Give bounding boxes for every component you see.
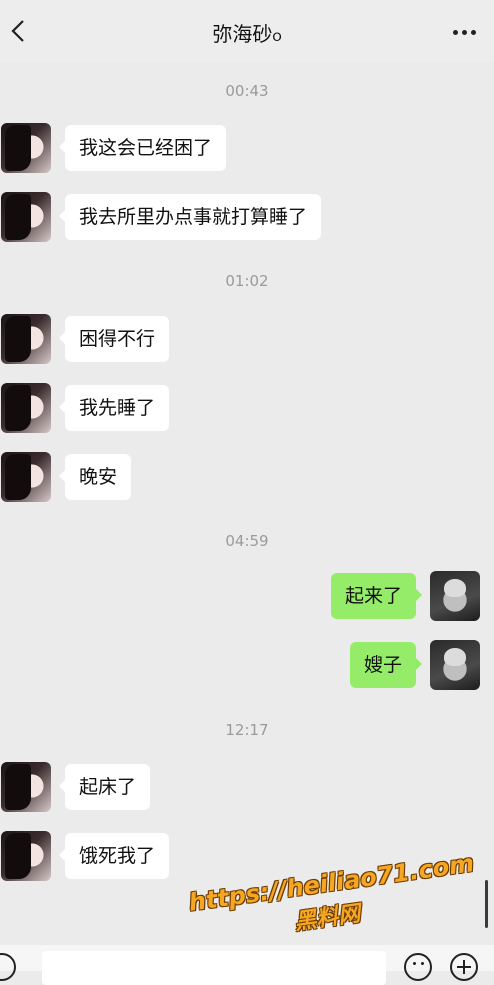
timestamp: 00:43 — [225, 82, 269, 100]
more-button[interactable] — [450, 18, 478, 46]
plus-icon[interactable] — [450, 953, 478, 981]
message-input[interactable] — [42, 951, 386, 985]
message-outgoing: 起来了 — [330, 571, 480, 621]
avatar[interactable] — [1, 762, 51, 812]
avatar[interactable] — [1, 123, 51, 173]
avatar[interactable] — [1, 383, 51, 433]
message-bubble[interactable]: 我先睡了 — [58, 385, 170, 431]
message-bubble[interactable]: 晚安 — [58, 454, 132, 500]
message-bubble[interactable]: 起床了 — [58, 764, 151, 810]
avatar[interactable] — [430, 571, 480, 621]
message-incoming: 我这会已经困了 — [1, 123, 227, 173]
message-bubble[interactable]: 我这会已经困了 — [58, 125, 227, 171]
voice-icon[interactable] — [0, 953, 16, 981]
timestamp: 01:02 — [225, 272, 269, 290]
message-list[interactable]: 00:43 我这会已经困了 我去所里办点事就打算睡了 01:02 困得不行 我先… — [0, 62, 494, 942]
message-incoming: 晚安 — [1, 452, 132, 502]
message-outgoing: 嫂子 — [349, 640, 480, 690]
message-bubble[interactable]: 我去所里办点事就打算睡了 — [58, 194, 322, 240]
avatar[interactable] — [1, 452, 51, 502]
avatar[interactable] — [1, 831, 51, 881]
avatar[interactable] — [1, 314, 51, 364]
avatar[interactable] — [430, 640, 480, 690]
message-incoming: 起床了 — [1, 762, 151, 812]
chat-header: 弥海砂ჿ — [0, 0, 494, 62]
message-bubble[interactable]: 起来了 — [330, 573, 423, 619]
timestamp: 12:17 — [225, 721, 269, 739]
message-incoming: 饿死我了 — [1, 831, 170, 881]
timestamp: 04:59 — [225, 532, 269, 550]
emoji-icon[interactable] — [404, 953, 432, 981]
message-bubble[interactable]: 饿死我了 — [58, 833, 170, 879]
more-dots-icon — [452, 29, 476, 35]
input-bar — [0, 945, 494, 985]
message-incoming: 我去所里办点事就打算睡了 — [1, 192, 322, 242]
message-incoming: 困得不行 — [1, 314, 170, 364]
message-bubble[interactable]: 困得不行 — [58, 316, 170, 362]
scrollbar[interactable] — [485, 880, 488, 928]
avatar[interactable] — [1, 192, 51, 242]
message-bubble[interactable]: 嫂子 — [349, 642, 423, 688]
chat-title: 弥海砂ჿ — [212, 22, 282, 46]
message-incoming: 我先睡了 — [1, 383, 170, 433]
